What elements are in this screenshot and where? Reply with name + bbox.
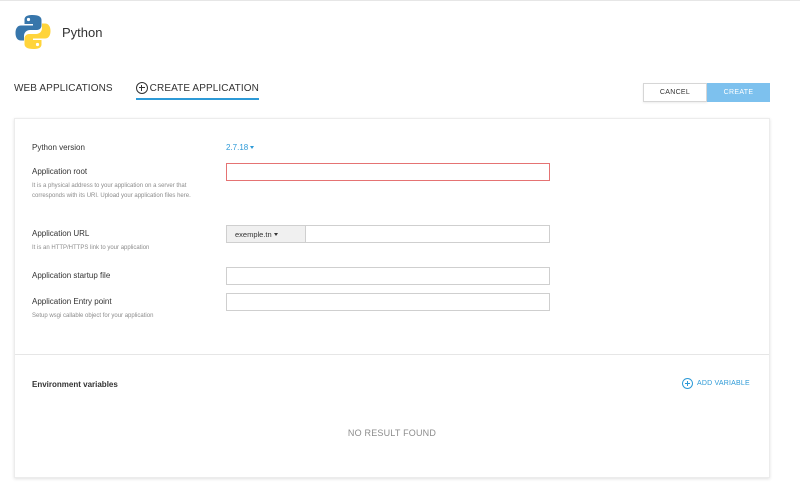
plus-circle-icon — [135, 82, 148, 94]
python-version-label: Python version — [32, 143, 85, 152]
app-root-label: Application root — [32, 167, 88, 176]
env-variables-title: Environment variables — [32, 380, 118, 389]
app-header: Python — [14, 12, 102, 52]
app-url-group: exemple.tn — [226, 225, 550, 243]
app-url-input[interactable] — [306, 226, 549, 242]
python-version-value: 2.7.18 — [226, 143, 249, 152]
app-root-hint: It is a physical address to your applica… — [32, 183, 191, 199]
chevron-down-icon — [250, 146, 255, 150]
entry-point-input[interactable] — [226, 293, 550, 311]
app-root-input[interactable] — [226, 163, 550, 181]
tab-web-applications[interactable]: WEB APPLICATIONS — [14, 78, 113, 100]
cancel-button[interactable]: CANCEL — [643, 83, 707, 102]
domain-dropdown[interactable]: exemple.tn — [227, 226, 306, 242]
entry-point-label: Application Entry point — [32, 297, 112, 306]
tab-label: WEB APPLICATIONS — [14, 83, 113, 94]
app-url-hint: It is an HTTP/HTTPS link to your applica… — [32, 245, 150, 251]
section-divider — [15, 354, 769, 355]
python-logo-icon — [15, 15, 51, 49]
create-application-card: Python version 2.7.18 Application root I… — [14, 118, 770, 478]
plus-circle-icon — [682, 378, 693, 389]
app-url-label: Application URL — [32, 229, 90, 238]
chevron-down-icon — [273, 232, 278, 236]
python-version-dropdown[interactable]: 2.7.18 — [226, 143, 255, 152]
startup-file-label: Application startup file — [32, 271, 111, 280]
top-border — [0, 0, 800, 1]
entry-point-hint: Setup wsgi callable object for your appl… — [32, 313, 154, 319]
startup-file-input[interactable] — [226, 267, 550, 285]
tab-label: CREATE APPLICATION — [149, 83, 259, 94]
app-title: Python — [62, 24, 103, 40]
create-button[interactable]: CREATE — [707, 83, 770, 102]
action-buttons: CANCEL CREATE — [643, 83, 770, 102]
domain-value: exemple.tn — [235, 229, 272, 239]
add-variable-button[interactable]: ADD VARIABLE — [682, 378, 750, 389]
tab-create-application[interactable]: CREATE APPLICATION — [135, 78, 259, 100]
add-variable-label: ADD VARIABLE — [697, 380, 750, 387]
tab-bar: WEB APPLICATIONS CREATE APPLICATION — [14, 78, 259, 102]
empty-state-text: NO RESULT FOUND — [347, 428, 437, 438]
